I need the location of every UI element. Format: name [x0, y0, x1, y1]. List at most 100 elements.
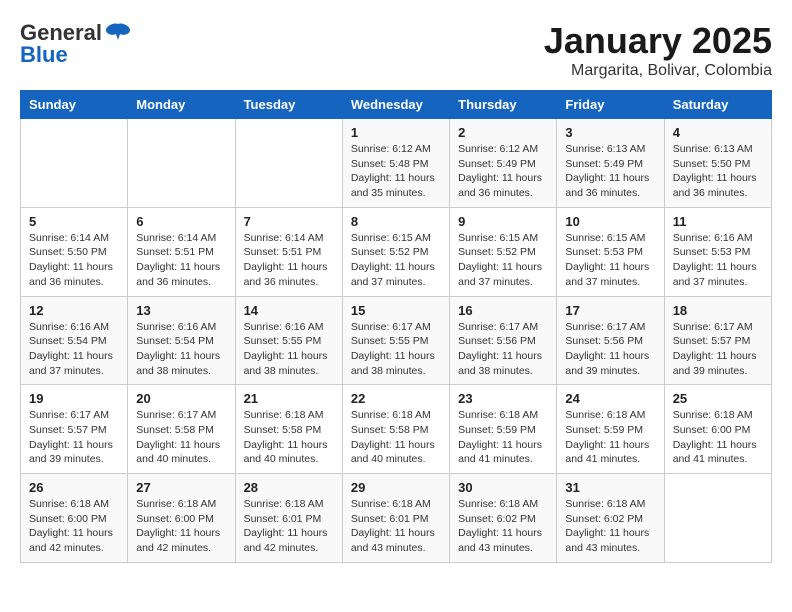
day-info: Sunrise: 6:17 AM Sunset: 5:57 PM Dayligh…	[673, 320, 763, 379]
calendar-cell: 27Sunrise: 6:18 AM Sunset: 6:00 PM Dayli…	[128, 474, 235, 563]
logo: General Blue	[20, 20, 134, 68]
calendar-cell: 16 Sunrise: 6:17 AM Sunset: 5:56 PM Dayli…	[450, 296, 557, 385]
day-number: 31	[565, 480, 655, 495]
day-number: 13	[136, 303, 226, 318]
calendar-cell: 12 Sunrise: 6:16 AM Sunset: 5:54 PM Dayli…	[21, 296, 128, 385]
calendar-week-row: 1 Sunrise: 6:12 AM Sunset: 5:48 PM Daylig…	[21, 119, 772, 208]
calendar-cell: 26 Sunrise: 6:18 AM Sunset: 6:00 PM Dayli…	[21, 474, 128, 563]
calendar-cell	[21, 119, 128, 208]
calendar-cell: 11 Sunrise: 6:16 AM Sunset: 5:53 PM Dayli…	[664, 207, 771, 296]
day-info: Sunrise: 6:15 AM Sunset: 5:52 PM Dayligh…	[351, 231, 441, 290]
calendar-cell: 9 Sunrise: 6:15 AM Sunset: 5:52 PM Daylig…	[450, 207, 557, 296]
day-number: 11	[673, 214, 763, 229]
calendar-header-wednesday: Wednesday	[342, 91, 449, 119]
calendar-cell: 5 Sunrise: 6:14 AM Sunset: 5:50 PM Daylig…	[21, 207, 128, 296]
day-info: Sunrise: 6:14 AM Sunset: 5:51 PM Dayligh…	[244, 231, 334, 290]
calendar-table: SundayMondayTuesdayWednesdayThursdayFrid…	[20, 90, 772, 563]
day-number: 5	[29, 214, 119, 229]
day-info: Sunrise: 6:16 AM Sunset: 5:54 PM Dayligh…	[136, 320, 226, 379]
day-number: 4	[673, 125, 763, 140]
location: Margarita, Bolivar, Colombia	[544, 62, 772, 80]
calendar-week-row: 5 Sunrise: 6:14 AM Sunset: 5:50 PM Daylig…	[21, 207, 772, 296]
day-info: Sunrise: 6:18 AM Sunset: 5:58 PM Dayligh…	[244, 408, 334, 467]
calendar-header-row: SundayMondayTuesdayWednesdayThursdayFrid…	[21, 91, 772, 119]
day-info: Sunrise: 6:18 AM Sunset: 6:00 PM Dayligh…	[29, 497, 119, 556]
day-info: Sunrise: 6:18 AM Sunset: 5:59 PM Dayligh…	[565, 408, 655, 467]
day-info: Sunrise: 6:16 AM Sunset: 5:54 PM Dayligh…	[29, 320, 119, 379]
title-block: January 2025 Margarita, Bolivar, Colombi…	[544, 20, 772, 80]
day-info: Sunrise: 6:15 AM Sunset: 5:52 PM Dayligh…	[458, 231, 548, 290]
calendar-cell: 14Sunrise: 6:16 AM Sunset: 5:55 PM Dayli…	[235, 296, 342, 385]
day-info: Sunrise: 6:14 AM Sunset: 5:51 PM Dayligh…	[136, 231, 226, 290]
day-number: 15	[351, 303, 441, 318]
calendar-cell: 24 Sunrise: 6:18 AM Sunset: 5:59 PM Dayli…	[557, 385, 664, 474]
calendar-cell: 4 Sunrise: 6:13 AM Sunset: 5:50 PM Daylig…	[664, 119, 771, 208]
day-number: 22	[351, 391, 441, 406]
day-number: 27	[136, 480, 226, 495]
calendar-cell: 13 Sunrise: 6:16 AM Sunset: 5:54 PM Dayli…	[128, 296, 235, 385]
day-info: Sunrise: 6:18 AM Sunset: 6:02 PM Dayligh…	[458, 497, 548, 556]
calendar-cell: 15 Sunrise: 6:17 AM Sunset: 5:55 PM Dayli…	[342, 296, 449, 385]
day-number: 18	[673, 303, 763, 318]
day-number: 20	[136, 391, 226, 406]
calendar-cell: 20 Sunrise: 6:17 AM Sunset: 5:58 PM Dayli…	[128, 385, 235, 474]
day-number: 26	[29, 480, 119, 495]
calendar-cell	[664, 474, 771, 563]
calendar-week-row: 19 Sunrise: 6:17 AM Sunset: 5:57 PM Dayli…	[21, 385, 772, 474]
page-header: General Blue January 2025 Margarita, Bol…	[20, 20, 772, 80]
day-info: Sunrise: 6:16 AM Sunset: 5:53 PM Dayligh…	[673, 231, 763, 290]
day-number: 8	[351, 214, 441, 229]
calendar-cell: 3 Sunrise: 6:13 AM Sunset: 5:49 PM Daylig…	[557, 119, 664, 208]
day-info: Sunrise: 6:17 AM Sunset: 5:55 PM Dayligh…	[351, 320, 441, 379]
day-number: 6	[136, 214, 226, 229]
calendar-header-thursday: Thursday	[450, 91, 557, 119]
day-info: Sunrise: 6:17 AM Sunset: 5:58 PM Dayligh…	[136, 408, 226, 467]
calendar-cell: 2Sunrise: 6:12 AM Sunset: 5:49 PM Daylig…	[450, 119, 557, 208]
day-number: 3	[565, 125, 655, 140]
calendar-cell: 8 Sunrise: 6:15 AM Sunset: 5:52 PM Daylig…	[342, 207, 449, 296]
day-info: Sunrise: 6:13 AM Sunset: 5:50 PM Dayligh…	[673, 142, 763, 201]
day-info: Sunrise: 6:14 AM Sunset: 5:50 PM Dayligh…	[29, 231, 119, 290]
day-info: Sunrise: 6:17 AM Sunset: 5:56 PM Dayligh…	[458, 320, 548, 379]
day-number: 2	[458, 125, 548, 140]
calendar-header-saturday: Saturday	[664, 91, 771, 119]
calendar-cell: 18 Sunrise: 6:17 AM Sunset: 5:57 PM Dayli…	[664, 296, 771, 385]
day-info: Sunrise: 6:16 AM Sunset: 5:55 PM Dayligh…	[244, 320, 334, 379]
day-number: 1	[351, 125, 441, 140]
calendar-cell: 25 Sunrise: 6:18 AM Sunset: 6:00 PM Dayli…	[664, 385, 771, 474]
day-number: 16	[458, 303, 548, 318]
calendar-week-row: 26 Sunrise: 6:18 AM Sunset: 6:00 PM Dayli…	[21, 474, 772, 563]
day-info: Sunrise: 6:12 AM Sunset: 5:48 PM Dayligh…	[351, 142, 441, 201]
day-info: Sunrise: 6:15 AM Sunset: 5:53 PM Dayligh…	[565, 231, 655, 290]
calendar-header-monday: Monday	[128, 91, 235, 119]
calendar-cell: 6 Sunrise: 6:14 AM Sunset: 5:51 PM Daylig…	[128, 207, 235, 296]
day-number: 25	[673, 391, 763, 406]
calendar-cell: 21 Sunrise: 6:18 AM Sunset: 5:58 PM Dayli…	[235, 385, 342, 474]
day-info: Sunrise: 6:18 AM Sunset: 5:58 PM Dayligh…	[351, 408, 441, 467]
calendar-cell	[235, 119, 342, 208]
logo-bird-icon	[104, 22, 132, 44]
day-number: 9	[458, 214, 548, 229]
calendar-cell: 29 Sunrise: 6:18 AM Sunset: 6:01 PM Dayli…	[342, 474, 449, 563]
calendar-cell: 1 Sunrise: 6:12 AM Sunset: 5:48 PM Daylig…	[342, 119, 449, 208]
calendar-cell: 19 Sunrise: 6:17 AM Sunset: 5:57 PM Dayli…	[21, 385, 128, 474]
calendar-cell	[128, 119, 235, 208]
day-info: Sunrise: 6:18 AM Sunset: 5:59 PM Dayligh…	[458, 408, 548, 467]
day-number: 12	[29, 303, 119, 318]
calendar-cell: 22 Sunrise: 6:18 AM Sunset: 5:58 PM Dayli…	[342, 385, 449, 474]
day-info: Sunrise: 6:17 AM Sunset: 5:57 PM Dayligh…	[29, 408, 119, 467]
day-number: 24	[565, 391, 655, 406]
day-number: 21	[244, 391, 334, 406]
day-info: Sunrise: 6:18 AM Sunset: 6:01 PM Dayligh…	[351, 497, 441, 556]
day-info: Sunrise: 6:18 AM Sunset: 6:01 PM Dayligh…	[244, 497, 334, 556]
day-info: Sunrise: 6:13 AM Sunset: 5:49 PM Dayligh…	[565, 142, 655, 201]
calendar-cell: 17Sunrise: 6:17 AM Sunset: 5:56 PM Dayli…	[557, 296, 664, 385]
month-title: January 2025	[544, 20, 772, 62]
calendar-header-tuesday: Tuesday	[235, 91, 342, 119]
day-number: 19	[29, 391, 119, 406]
day-info: Sunrise: 6:18 AM Sunset: 6:02 PM Dayligh…	[565, 497, 655, 556]
day-number: 29	[351, 480, 441, 495]
day-number: 17	[565, 303, 655, 318]
calendar-cell: 10Sunrise: 6:15 AM Sunset: 5:53 PM Dayli…	[557, 207, 664, 296]
day-info: Sunrise: 6:18 AM Sunset: 6:00 PM Dayligh…	[673, 408, 763, 467]
